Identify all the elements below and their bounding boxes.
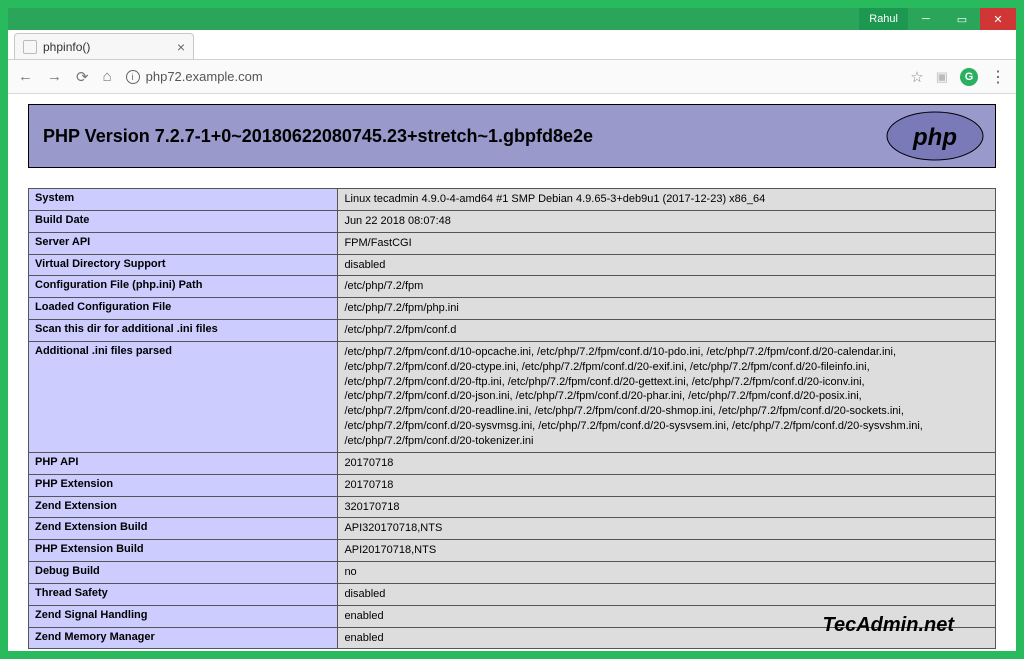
info-value: Jun 22 2018 08:07:48 (338, 210, 996, 232)
info-value: enabled (338, 627, 996, 649)
table-row: Server APIFPM/FastCGI (29, 232, 996, 254)
url-text: php72.example.com (146, 69, 263, 84)
info-key: PHP API (29, 452, 338, 474)
table-row: Zend Signal Handlingenabled (29, 605, 996, 627)
info-key: Zend Extension Build (29, 518, 338, 540)
minimize-button[interactable]: ─ (908, 8, 944, 30)
info-value: 20170718 (338, 474, 996, 496)
table-row: PHP Extension BuildAPI20170718,NTS (29, 540, 996, 562)
page-viewport[interactable]: PHP Version 7.2.7-1+0~20180622080745.23+… (8, 94, 1016, 651)
reload-button[interactable]: ⟳ (76, 68, 89, 86)
table-row: SystemLinux tecadmin 4.9.0-4-amd64 #1 SM… (29, 189, 996, 211)
tab-strip: phpinfo() × (8, 30, 1016, 60)
toolbar-right: ☆ ▣ G ⋮ (910, 67, 1006, 87)
info-key: Virtual Directory Support (29, 254, 338, 276)
table-row: Configuration File (php.ini) Path/etc/ph… (29, 276, 996, 298)
browser-tab[interactable]: phpinfo() × (14, 33, 194, 59)
info-key: Zend Extension (29, 496, 338, 518)
info-value: Linux tecadmin 4.9.0-4-amd64 #1 SMP Debi… (338, 189, 996, 211)
info-value: 20170718 (338, 452, 996, 474)
forward-button[interactable]: → (47, 68, 62, 85)
info-value: /etc/php/7.2/fpm (338, 276, 996, 298)
table-row: Virtual Directory Supportdisabled (29, 254, 996, 276)
table-row: Build DateJun 22 2018 08:07:48 (29, 210, 996, 232)
info-value: FPM/FastCGI (338, 232, 996, 254)
info-key: Additional .ini files parsed (29, 341, 338, 452)
phpinfo-table: SystemLinux tecadmin 4.9.0-4-amd64 #1 SM… (28, 188, 996, 649)
info-key: System (29, 189, 338, 211)
info-key: Loaded Configuration File (29, 298, 338, 320)
table-row: Zend Extension BuildAPI320170718,NTS (29, 518, 996, 540)
info-key: Debug Build (29, 562, 338, 584)
table-row: Loaded Configuration File/etc/php/7.2/fp… (29, 298, 996, 320)
info-value: 320170718 (338, 496, 996, 518)
table-row: Debug Buildno (29, 562, 996, 584)
tab-favicon (23, 40, 37, 54)
info-key: Configuration File (php.ini) Path (29, 276, 338, 298)
table-row: Zend Memory Managerenabled (29, 627, 996, 649)
php-version-title: PHP Version 7.2.7-1+0~20180622080745.23+… (43, 126, 593, 147)
info-key: Zend Memory Manager (29, 627, 338, 649)
info-key: PHP Extension (29, 474, 338, 496)
back-button[interactable]: ← (18, 68, 33, 85)
info-value: /etc/php/7.2/fpm/php.ini (338, 298, 996, 320)
address-bar[interactable]: i php72.example.com (126, 69, 897, 84)
table-row: Additional .ini files parsed/etc/php/7.2… (29, 341, 996, 452)
info-key: Thread Safety (29, 583, 338, 605)
phpinfo-page: PHP Version 7.2.7-1+0~20180622080745.23+… (8, 94, 1016, 651)
info-key: Scan this dir for additional .ini files (29, 320, 338, 342)
browser-toolbar: ← → ⟳ ⌂ i php72.example.com ☆ ▣ G ⋮ (8, 60, 1016, 94)
maximize-button[interactable]: ▭ (944, 8, 980, 30)
extension-badge[interactable]: G (960, 68, 978, 86)
info-key: Server API (29, 232, 338, 254)
svg-text:php: php (912, 124, 957, 151)
menu-button[interactable]: ⋮ (990, 67, 1006, 87)
info-value: API20170718,NTS (338, 540, 996, 562)
site-info-icon[interactable]: i (126, 70, 140, 84)
info-key: Zend Signal Handling (29, 605, 338, 627)
table-row: Zend Extension320170718 (29, 496, 996, 518)
info-value: disabled (338, 254, 996, 276)
info-value: disabled (338, 583, 996, 605)
info-value: /etc/php/7.2/fpm/conf.d/10-opcache.ini, … (338, 341, 996, 452)
info-value: enabled (338, 605, 996, 627)
tab-close-icon[interactable]: × (177, 39, 185, 55)
window-titlebar: Rahul ─ ▭ ✕ (8, 8, 1016, 30)
info-key: PHP Extension Build (29, 540, 338, 562)
user-badge[interactable]: Rahul (859, 8, 908, 30)
browser-window: Rahul ─ ▭ ✕ phpinfo() × ← → ⟳ ⌂ i php72.… (8, 8, 1016, 651)
php-version-header: PHP Version 7.2.7-1+0~20180622080745.23+… (28, 104, 996, 168)
info-key: Build Date (29, 210, 338, 232)
home-button[interactable]: ⌂ (103, 68, 112, 85)
info-value: API320170718,NTS (338, 518, 996, 540)
info-value: no (338, 562, 996, 584)
php-logo: php (885, 110, 985, 162)
table-row: Thread Safetydisabled (29, 583, 996, 605)
info-value: /etc/php/7.2/fpm/conf.d (338, 320, 996, 342)
tab-title: phpinfo() (43, 40, 90, 54)
table-row: Scan this dir for additional .ini files/… (29, 320, 996, 342)
bookmark-icon[interactable]: ☆ (910, 68, 923, 86)
table-row: PHP API20170718 (29, 452, 996, 474)
close-button[interactable]: ✕ (980, 8, 1016, 30)
table-row: PHP Extension20170718 (29, 474, 996, 496)
camera-icon[interactable]: ▣ (936, 69, 948, 85)
